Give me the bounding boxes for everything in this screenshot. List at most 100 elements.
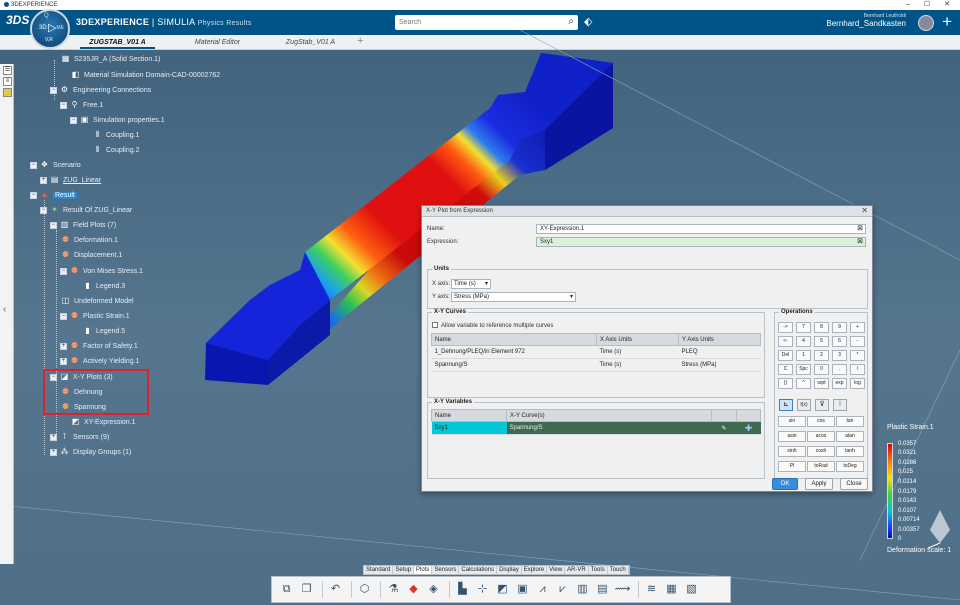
key-5[interactable]: 5	[814, 336, 829, 347]
tree-node-displacement[interactable]: ⚉ Displacement.1	[60, 250, 122, 260]
expand-icon[interactable]: +	[60, 342, 67, 350]
tree-node-connections[interactable]: − ⚙ Engineering Connections	[50, 85, 151, 95]
tab-sensors[interactable]: Sensors	[432, 566, 460, 574]
collapse-icon[interactable]: −	[30, 161, 37, 169]
tree-node-scenario[interactable]: − ❖ Scenario	[30, 160, 81, 170]
tree-node-legend-3[interactable]: ▮ Legend.3	[82, 281, 125, 291]
clear-icon[interactable]: ⊠	[857, 238, 863, 246]
key-multiply[interactable]: *	[850, 350, 865, 361]
calc-tab-function-icon[interactable]: f(x)	[797, 399, 811, 411]
axis-triad-icon[interactable]	[925, 505, 955, 550]
fn-atan[interactable]: atan	[836, 431, 864, 442]
tree-node-factor-safety[interactable]: + ⚉ Factor of Safety.1	[60, 341, 138, 351]
key-del[interactable]: Del	[778, 350, 793, 361]
edit-icon[interactable]: ✎	[711, 421, 737, 435]
checkbox[interactable]	[432, 322, 438, 328]
collapse-icon[interactable]: −	[50, 221, 57, 229]
key-4[interactable]: 4	[796, 336, 811, 347]
key-2[interactable]: 2	[814, 350, 829, 361]
tab-standard[interactable]: Standard	[364, 566, 394, 574]
key-1[interactable]: 1	[796, 350, 811, 361]
fn-acos[interactable]: acos	[807, 431, 835, 442]
color-plot-icon[interactable]: ◆	[405, 581, 422, 598]
undo-icon[interactable]: ↶	[327, 581, 344, 598]
tree-node-vonmises[interactable]: − ⚉ Von Mises Stress.1	[60, 266, 143, 276]
table-row[interactable]: 1_Dehnung/PLEQ/in Element 972 Time (s) P…	[431, 345, 761, 359]
key-parens[interactable]: ()	[778, 378, 793, 389]
key-right-arrow[interactable]: ->	[778, 322, 793, 333]
tree-node-plastic-strain[interactable]: − ⚉ Plastic Strain.1	[60, 311, 130, 321]
key-clear[interactable]: C	[778, 364, 793, 375]
key-dot[interactable]: .	[832, 364, 847, 375]
close-button[interactable]: Close	[840, 478, 868, 490]
tab-explore[interactable]: Explore	[522, 566, 548, 574]
fn-tan[interactable]: tan	[836, 416, 864, 427]
key-power[interactable]: ^	[796, 378, 811, 389]
variable-name[interactable]: Sxy1	[431, 421, 507, 435]
xaxis-select[interactable]: Time (s) ▾	[451, 279, 491, 289]
collapse-icon[interactable]: −	[40, 206, 47, 214]
key-3[interactable]: 3	[832, 350, 847, 361]
tab-plots[interactable]: Plots	[414, 566, 433, 574]
fn-sinh[interactable]: sinh	[778, 446, 806, 457]
tree-node-deformation[interactable]: ⚉ Deformation.1	[60, 235, 118, 245]
tree-node-coupling-1[interactable]: ⫴ Coupling.1	[92, 130, 140, 140]
bar-plot-icon[interactable]: ▙	[454, 581, 471, 598]
collapse-icon[interactable]: −	[70, 116, 77, 124]
key-0[interactable]: 0	[814, 364, 829, 375]
variable-curve[interactable]: Spannung/S	[506, 421, 712, 435]
table-icon[interactable]: ▤	[594, 581, 611, 598]
tree-node-display-groups[interactable]: + ⁂ Display Groups (1)	[50, 447, 131, 457]
tree-node-sensors[interactable]: + ⊺ Sensors (9)	[50, 432, 109, 442]
tab-setup[interactable]: Setup	[393, 566, 415, 574]
deform-icon[interactable]: ⚗	[385, 581, 402, 598]
copy-icon[interactable]: ⧉	[278, 581, 295, 598]
tree-node-result[interactable]: − ▲ Result	[30, 190, 77, 200]
calc-tab-filter-icon[interactable]: ⊽	[815, 399, 829, 411]
tree-node-field-plots[interactable]: − ▥ Field Plots (7)	[50, 220, 116, 230]
fn-pi[interactable]: PI	[778, 461, 806, 472]
table-row[interactable]: Sxy1 Spannung/S ✎ ✚	[431, 421, 761, 435]
apply-button[interactable]: Apply	[805, 478, 833, 490]
collapse-icon[interactable]: −	[60, 267, 67, 275]
key-sqrt[interactable]: sqrt	[814, 378, 829, 389]
tree-node-section[interactable]: ▦ S235JR_A (Solid Section.1)	[60, 54, 161, 64]
probe-icon[interactable]: ⊹	[474, 581, 491, 598]
fn-cos[interactable]: cos	[807, 416, 835, 427]
tree-node-result-of[interactable]: − ✦ Result Of ZUG_Linear	[40, 205, 132, 215]
key-7[interactable]: 7	[796, 322, 811, 333]
allow-multiple-checkbox[interactable]: Allow variable to reference multiple cur…	[432, 322, 553, 329]
key-left-arrow[interactable]: <-	[778, 336, 793, 347]
tree-node-material[interactable]: ◧ Material Simulation Domain-CAD-00002762	[70, 70, 220, 80]
report-icon[interactable]: ▧	[683, 581, 700, 598]
add-variable-icon[interactable]: ✚	[736, 421, 761, 435]
expand-icon[interactable]: +	[40, 176, 47, 184]
paste-icon[interactable]: ❐	[298, 581, 315, 598]
tab-view[interactable]: View	[547, 566, 566, 574]
compass-icon[interactable]: Q 3D ▷ ME V,R	[30, 9, 70, 49]
key-space[interactable]: Spc	[796, 364, 811, 375]
fn-torad[interactable]: toRad	[807, 461, 835, 472]
key-8[interactable]: 8	[814, 322, 829, 333]
key-9[interactable]: 9	[832, 322, 847, 333]
expression-field[interactable]: Sxy1 ⊠	[536, 237, 866, 247]
collapse-icon[interactable]: −	[60, 101, 67, 109]
expand-icon[interactable]: +	[50, 433, 57, 441]
tree-node-actively-yielding[interactable]: + ⚉ Actively Yielding.1	[60, 356, 139, 366]
tree-node-sim-properties[interactable]: − ▣ Simulation properties.1	[70, 115, 165, 125]
key-exp[interactable]: exp	[832, 378, 847, 389]
tab-touch[interactable]: Touch	[608, 566, 629, 574]
ok-button[interactable]: OK	[772, 478, 798, 490]
expand-icon[interactable]: +	[60, 357, 67, 365]
fn-tanh[interactable]: tanh	[836, 446, 864, 457]
key-6[interactable]: 6	[832, 336, 847, 347]
tab-calculations[interactable]: Calculations	[459, 566, 498, 574]
tab-ar-vr[interactable]: AR-VR	[565, 566, 589, 574]
compass-play-icon[interactable]: ▷	[48, 21, 56, 34]
animation-icon[interactable]: ⟿	[614, 581, 631, 598]
yaxis-select[interactable]: Stress (MPa) ▾	[451, 292, 576, 302]
tree-node-legend-5[interactable]: ▮ Legend.5	[82, 326, 125, 336]
cut-icon[interactable]: ◩	[494, 581, 511, 598]
key-plus[interactable]: +	[850, 322, 865, 333]
tree-node-zug-linear[interactable]: + ▤ ZUG_Linear	[40, 175, 101, 185]
